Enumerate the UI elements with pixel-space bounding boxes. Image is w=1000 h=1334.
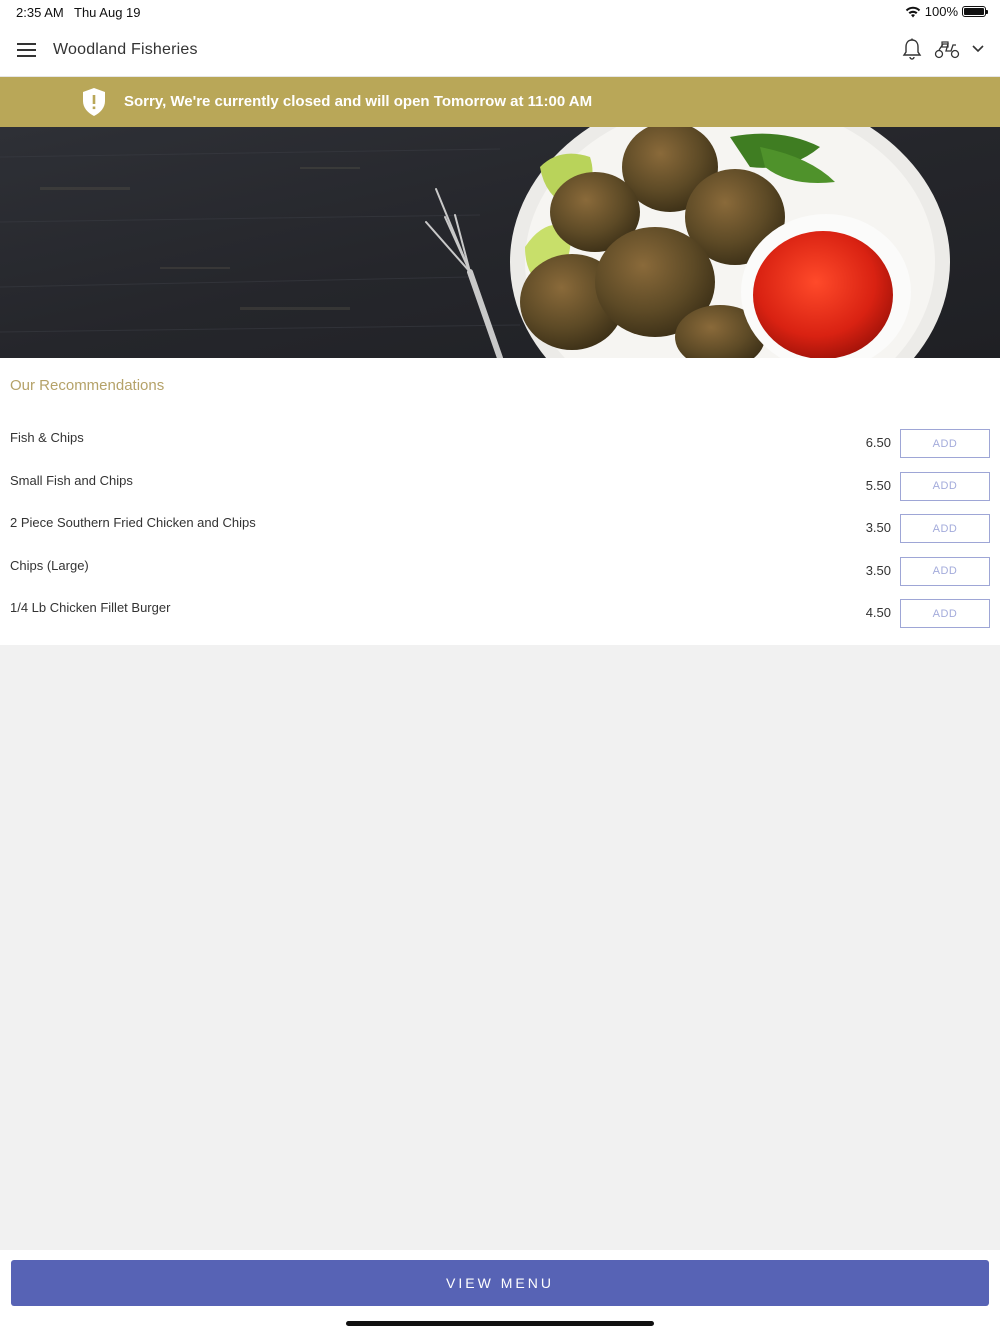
add-button[interactable]: ADD <box>900 556 990 586</box>
add-button[interactable]: ADD <box>900 599 990 628</box>
list-item: Fish & Chips 6.50 ADD <box>0 428 1000 471</box>
app-header: Woodland Fisheries <box>0 24 1000 77</box>
section-title: Our Recommendations <box>10 377 165 394</box>
item-price: 3.50 <box>865 562 891 578</box>
item-name: Small Fish and Chips <box>10 472 133 488</box>
recommendations-section: Our Recommendations Fish & Chips 6.50 AD… <box>0 358 1000 645</box>
recommendations-list: Fish & Chips 6.50 ADD Small Fish and Chi… <box>0 428 1000 641</box>
item-price: 4.50 <box>865 605 891 620</box>
status-indicators: 100% <box>905 4 988 19</box>
list-item: Chips (Large) 3.50 ADD <box>0 556 1000 599</box>
battery-icon <box>962 6 988 17</box>
scooter-icon[interactable] <box>934 39 960 59</box>
item-name: Chips (Large) <box>10 557 89 573</box>
bottom-bar: VIEW MENU <box>0 1250 1000 1334</box>
status-date: Thu Aug 19 <box>74 5 141 20</box>
status-time: 2:35 AM <box>16 5 64 20</box>
add-button[interactable]: ADD <box>900 514 990 543</box>
chevron-down-icon[interactable] <box>972 45 984 53</box>
item-name: 1/4 Lb Chicken Fillet Burger <box>10 600 171 615</box>
closed-message: Sorry, We're currently closed and will o… <box>124 93 593 110</box>
item-price: 5.50 <box>865 477 891 493</box>
menu-icon[interactable] <box>17 43 36 57</box>
add-button[interactable]: ADD <box>900 429 990 458</box>
shield-alert-icon <box>83 88 105 116</box>
item-name: Fish & Chips <box>10 430 84 445</box>
wifi-icon <box>905 6 920 17</box>
home-indicator[interactable] <box>346 1321 654 1326</box>
food-photo <box>0 127 1000 358</box>
status-bar: 2:35 AM Thu Aug 19 100% <box>0 0 1000 24</box>
add-button[interactable]: ADD <box>900 471 990 501</box>
item-name: 2 Piece Southern Fried Chicken and Chips <box>10 515 256 530</box>
item-price: 6.50 <box>865 435 891 450</box>
list-item: 2 Piece Southern Fried Chicken and Chips… <box>0 513 1000 556</box>
header-actions <box>902 38 984 60</box>
list-item: Small Fish and Chips 5.50 ADD <box>0 471 1000 514</box>
battery-percent: 100% <box>924 4 958 19</box>
page-title: Woodland Fisheries <box>53 41 198 58</box>
hero-image <box>0 127 1000 358</box>
closed-banner: Sorry, We're currently closed and will o… <box>0 77 1000 127</box>
bell-icon[interactable] <box>902 38 922 60</box>
list-item: 1/4 Lb Chicken Fillet Burger 4.50 ADD <box>0 598 1000 641</box>
item-price: 3.50 <box>865 520 891 535</box>
view-menu-button[interactable]: VIEW MENU <box>11 1260 989 1306</box>
